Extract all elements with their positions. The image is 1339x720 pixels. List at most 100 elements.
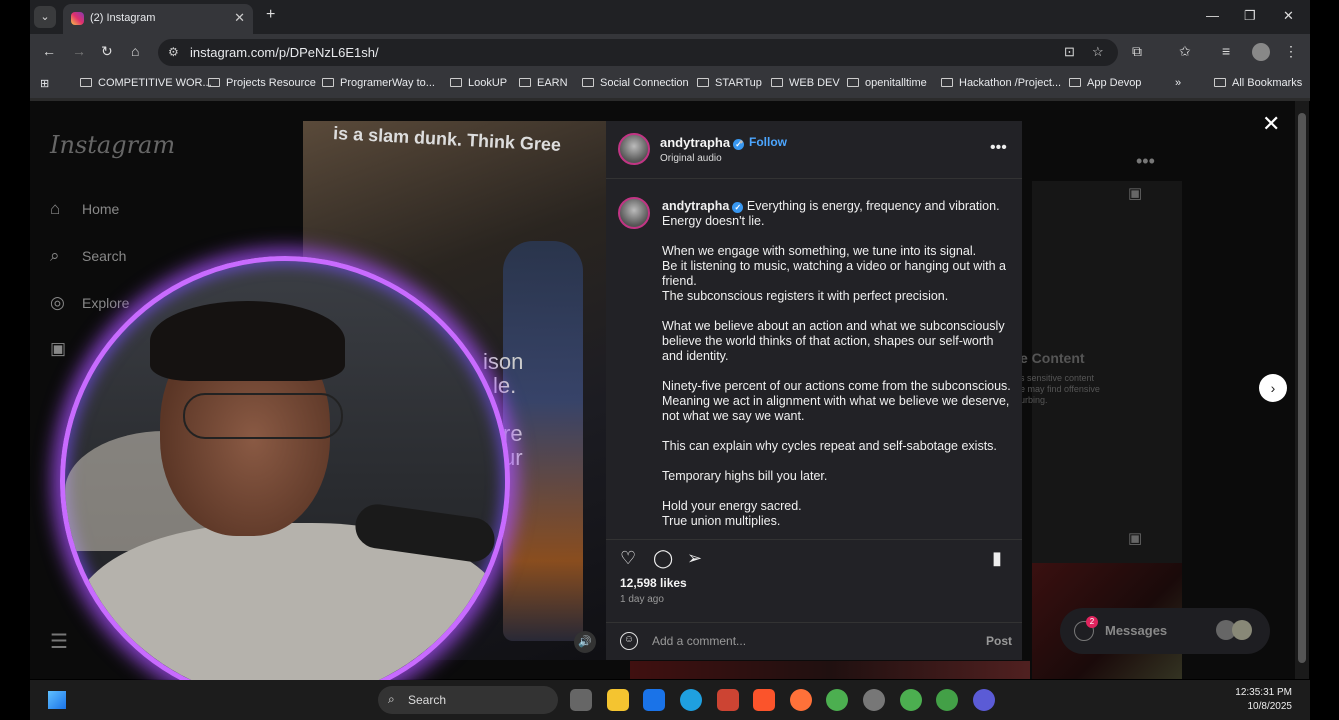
- minimize-icon[interactable]: —: [1206, 8, 1219, 23]
- url-text[interactable]: instagram.com/p/DPeNzL6E1sh/: [190, 45, 379, 60]
- bookmark-item[interactable]: COMPETITIVE WOR...: [80, 77, 212, 89]
- home-browser-icon[interactable]: ⌂: [131, 43, 139, 59]
- app-icon[interactable]: [717, 689, 739, 711]
- likes-count[interactable]: 12,598 likes: [620, 576, 687, 590]
- extensions-icon[interactable]: ⧉: [1132, 43, 1142, 60]
- bookmark-item[interactable]: WEB DEV: [771, 77, 840, 89]
- home-icon: ⌂: [50, 199, 61, 218]
- bookmark-item[interactable]: LookUP: [450, 77, 507, 89]
- start-button-icon[interactable]: [48, 691, 66, 709]
- edge-icon[interactable]: [680, 689, 702, 711]
- folder-icon: [582, 78, 594, 87]
- sidebar-item-search[interactable]: ⌕ Search: [50, 246, 126, 266]
- background-reel-icon: ▣: [1128, 185, 1143, 202]
- bookmark-item[interactable]: ProgramerWay to...: [322, 77, 435, 89]
- browser-toolbar: ← → ↻ ⌂ ⚙ instagram.com/p/DPeNzL6E1sh/ ⊡…: [30, 34, 1310, 70]
- audio-label[interactable]: Original audio: [660, 153, 722, 164]
- bookmark-item[interactable]: Hackathon /Project...: [941, 77, 1061, 89]
- bookmark-item[interactable]: Projects Resource: [208, 77, 316, 89]
- separator-dot: •: [739, 135, 744, 149]
- username-text: andytrapha: [662, 199, 730, 213]
- folder-icon: [847, 78, 859, 87]
- sidebar-item-explore[interactable]: ◎ Explore: [50, 293, 129, 313]
- search-icon: ⌕: [388, 692, 395, 706]
- post-actions: ♡ ◯ ➢ ▮ 12,598 likes 1 day ago ☺ Post: [606, 539, 1022, 659]
- author-avatar[interactable]: [618, 133, 650, 165]
- caption-username[interactable]: andytrapha ✓: [662, 199, 744, 213]
- chrome-profile-icon[interactable]: [900, 689, 922, 711]
- all-bookmarks[interactable]: All Bookmarks: [1214, 77, 1302, 89]
- messages-button[interactable]: 2 Messages: [1060, 608, 1270, 654]
- firefox-icon[interactable]: [790, 689, 812, 711]
- tab-search-button[interactable]: ⌄: [34, 6, 56, 28]
- instagram-logo[interactable]: Instagram: [50, 131, 175, 159]
- chrome-active-icon[interactable]: [936, 689, 958, 711]
- install-app-icon[interactable]: ⊡: [1064, 44, 1075, 60]
- webcam-glasses: [183, 393, 343, 439]
- brave-icon[interactable]: [753, 689, 775, 711]
- sensitive-content-title: e Content: [1020, 350, 1085, 366]
- reload-icon[interactable]: ↻: [101, 43, 113, 60]
- chrome-profile-icon[interactable]: [863, 689, 885, 711]
- author-username[interactable]: andytrapha ✓: [660, 135, 745, 150]
- new-tab-icon[interactable]: +: [266, 6, 275, 24]
- next-post-icon[interactable]: ›: [1259, 374, 1287, 402]
- apps-icon[interactable]: ⊞: [40, 77, 49, 90]
- sidebar-item-home[interactable]: ⌂ Home: [50, 199, 119, 219]
- taskbar-search[interactable]: ⌕ Search: [378, 686, 558, 714]
- forward-icon[interactable]: →: [72, 43, 86, 59]
- more-menu-icon[interactable]: ☰: [50, 629, 68, 654]
- address-bar[interactable]: ⚙ instagram.com/p/DPeNzL6E1sh/ ⊡ ☆: [158, 39, 1118, 66]
- follow-button[interactable]: Follow: [749, 135, 787, 149]
- folder-icon: [208, 78, 220, 87]
- clock-time: 12:35:31 PM: [1235, 687, 1292, 698]
- tab-instagram[interactable]: (2) Instagram ✕: [63, 4, 253, 34]
- background-reel-icon: ▣: [1128, 530, 1143, 547]
- comment-icon[interactable]: ◯: [653, 548, 673, 569]
- bookmark-label: WEB DEV: [789, 77, 840, 89]
- window-close-icon[interactable]: ✕: [1283, 8, 1294, 24]
- bookmarks-overflow[interactable]: »: [1175, 77, 1181, 89]
- sidebar-item-reels[interactable]: ▣: [50, 339, 82, 359]
- bookmark-item[interactable]: EARN: [519, 77, 568, 89]
- comment-input[interactable]: [652, 634, 952, 648]
- post-comment-button[interactable]: Post: [986, 634, 1012, 648]
- bookmark-item[interactable]: App Devop: [1069, 77, 1141, 89]
- bookmark-item[interactable]: STARTup: [697, 77, 762, 89]
- mute-icon[interactable]: 🔊: [574, 631, 596, 653]
- compass-icon: ◎: [50, 293, 65, 312]
- post-timestamp[interactable]: 1 day ago: [620, 594, 664, 605]
- share-send-icon[interactable]: ➢: [687, 548, 702, 569]
- profile-avatar[interactable]: [1252, 43, 1270, 61]
- save-bookmark-icon[interactable]: ▮: [992, 548, 1002, 569]
- like-heart-icon[interactable]: ♡: [620, 548, 636, 569]
- back-icon[interactable]: ←: [42, 43, 56, 59]
- webcam-person-hair: [150, 301, 345, 381]
- tab-title: (2) Instagram: [90, 12, 156, 24]
- maximize-icon[interactable]: ❐: [1244, 8, 1256, 24]
- page-scrollbar[interactable]: [1295, 101, 1309, 679]
- bookmark-item[interactable]: openitalltime: [847, 77, 927, 89]
- file-explorer-icon[interactable]: [607, 689, 629, 711]
- bookmark-star-icon[interactable]: ☆: [1092, 44, 1104, 60]
- bookmark-item[interactable]: Social Connection: [582, 77, 689, 89]
- close-modal-icon[interactable]: ✕: [1262, 111, 1280, 137]
- bookmark-label: STARTup: [715, 77, 762, 89]
- windows-taskbar: ⌕ Search 12:35:31 PM 10/8/2025: [30, 680, 1310, 720]
- outlook-icon[interactable]: [643, 689, 665, 711]
- chrome-icon[interactable]: [826, 689, 848, 711]
- favorites-icon[interactable]: ✩: [1179, 43, 1191, 60]
- tab-close-icon[interactable]: ✕: [234, 10, 245, 26]
- caption-avatar[interactable]: [618, 197, 650, 229]
- task-view-icon[interactable]: [570, 689, 592, 711]
- media-control-icon[interactable]: ≡: [1222, 43, 1230, 59]
- reels-icon: ▣: [50, 339, 67, 358]
- scrollbar-thumb[interactable]: [1298, 113, 1306, 663]
- site-info-icon[interactable]: ⚙: [168, 45, 179, 59]
- browser-menu-icon[interactable]: ⋮: [1284, 43, 1298, 60]
- more-options-icon[interactable]: •••: [990, 139, 1007, 157]
- taskbar-clock[interactable]: 12:35:31 PM 10/8/2025: [1235, 686, 1292, 714]
- app-icon[interactable]: [973, 689, 995, 711]
- folder-icon: [771, 78, 783, 87]
- emoji-icon[interactable]: ☺: [620, 632, 638, 650]
